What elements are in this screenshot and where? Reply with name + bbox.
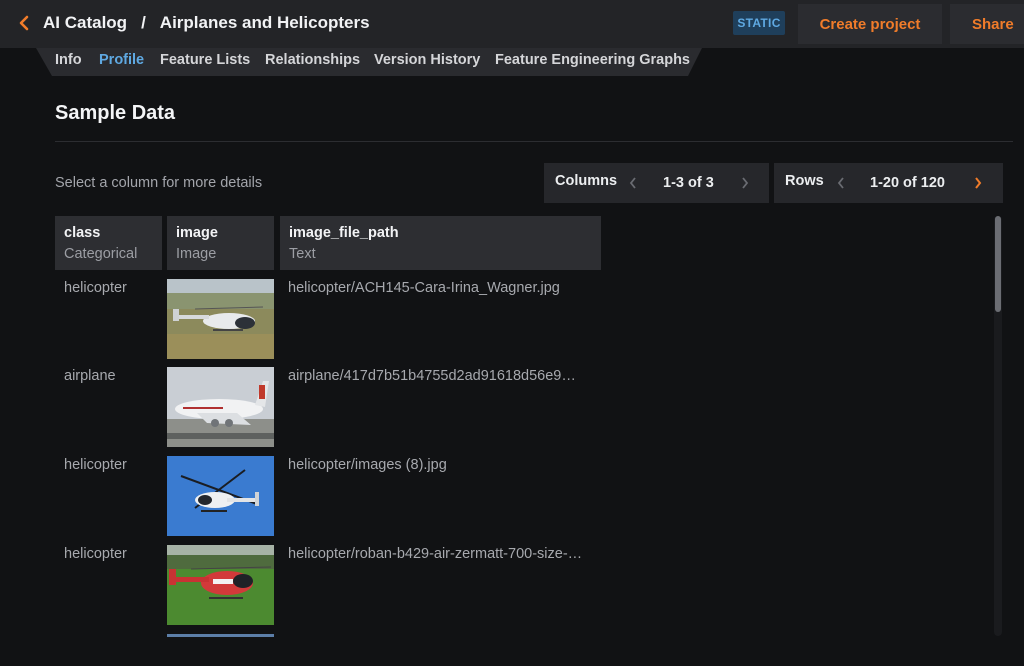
- column-name: image: [176, 225, 218, 241]
- tab-feature-lists[interactable]: Feature Lists: [160, 52, 250, 70]
- chevron-left-icon: [837, 177, 844, 189]
- table-row-path-cell[interactable]: helicopter/ACH145-Cara-Irina_Wagner.jpg: [288, 280, 598, 296]
- scrollbar-thumb[interactable]: [995, 216, 1001, 312]
- column-header-class[interactable]: class Categorical: [55, 216, 162, 270]
- airliner-thumbnail[interactable]: [167, 367, 274, 447]
- create-project-button[interactable]: Create project: [798, 4, 942, 44]
- breadcrumb: AI Catalog / Airplanes and Helicopters: [43, 12, 370, 34]
- breadcrumb-catalog-link[interactable]: AI Catalog: [43, 13, 127, 33]
- chevron-left-icon: [19, 15, 29, 31]
- column-type: Image: [176, 246, 217, 262]
- rows-range: 1-20 of 120: [870, 175, 945, 191]
- columns-next-button[interactable]: [737, 173, 753, 193]
- table-row-class-cell[interactable]: helicopter: [64, 457, 159, 473]
- column-name: class: [64, 225, 101, 241]
- back-button[interactable]: [14, 12, 34, 34]
- chevron-right-icon: [742, 177, 749, 189]
- columns-pager-label: Columns: [555, 173, 618, 189]
- column-header-image[interactable]: image Image: [167, 216, 274, 270]
- table-row-path-cell[interactable]: helicopter/roban-b429-air-zermatt-700-si…: [288, 546, 598, 562]
- table-row-class-cell[interactable]: helicopter: [64, 280, 159, 296]
- chevron-left-icon: [629, 177, 636, 189]
- columns-prev-button[interactable]: [625, 173, 641, 193]
- rows-pager-label: Rows: [785, 173, 824, 189]
- chevron-right-icon: [975, 177, 982, 189]
- helicopter-sky-thumbnail[interactable]: [167, 456, 274, 536]
- share-button[interactable]: Share: [950, 4, 1024, 44]
- table-row-path-cell[interactable]: airplane/417d7b51b4755d2ad91618d56e9…: [288, 368, 598, 384]
- dataset-title: Airplanes and Helicopters: [159, 13, 370, 32]
- static-badge: STATIC: [733, 11, 785, 35]
- column-name: image_file_path: [289, 225, 399, 241]
- next-row-thumbnail-edge: [167, 634, 274, 637]
- breadcrumb-separator: /: [141, 13, 146, 32]
- column-header-image-file-path[interactable]: image_file_path Text: [280, 216, 601, 270]
- table-row-class-cell[interactable]: airplane: [64, 368, 159, 384]
- tab-version-history[interactable]: Version History: [374, 52, 480, 70]
- rows-pager: Rows 1-20 of 120: [774, 163, 1003, 203]
- columns-pager: Columns 1-3 of 3: [544, 163, 769, 203]
- column-type: Categorical: [64, 246, 138, 262]
- rows-next-button[interactable]: [970, 173, 986, 193]
- tab-info[interactable]: Info: [55, 52, 82, 70]
- red-helicopter-thumbnail[interactable]: [167, 545, 274, 625]
- rows-prev-button[interactable]: [833, 173, 849, 193]
- tab-feature-engineering-graphs[interactable]: Feature Engineering Graphs: [495, 52, 690, 70]
- columns-range: 1-3 of 3: [663, 175, 714, 191]
- table-row-path-cell[interactable]: helicopter/images (8).jpg: [288, 457, 598, 473]
- column-type: Text: [289, 246, 316, 262]
- section-divider: [55, 141, 1013, 142]
- tab-relationships[interactable]: Relationships: [265, 52, 360, 70]
- tab-profile[interactable]: Profile: [99, 52, 144, 70]
- table-row-class-cell[interactable]: helicopter: [64, 546, 159, 562]
- helicopter-thumbnail[interactable]: [167, 279, 274, 359]
- select-column-hint: Select a column for more details: [55, 175, 263, 191]
- section-title: Sample Data: [55, 102, 176, 124]
